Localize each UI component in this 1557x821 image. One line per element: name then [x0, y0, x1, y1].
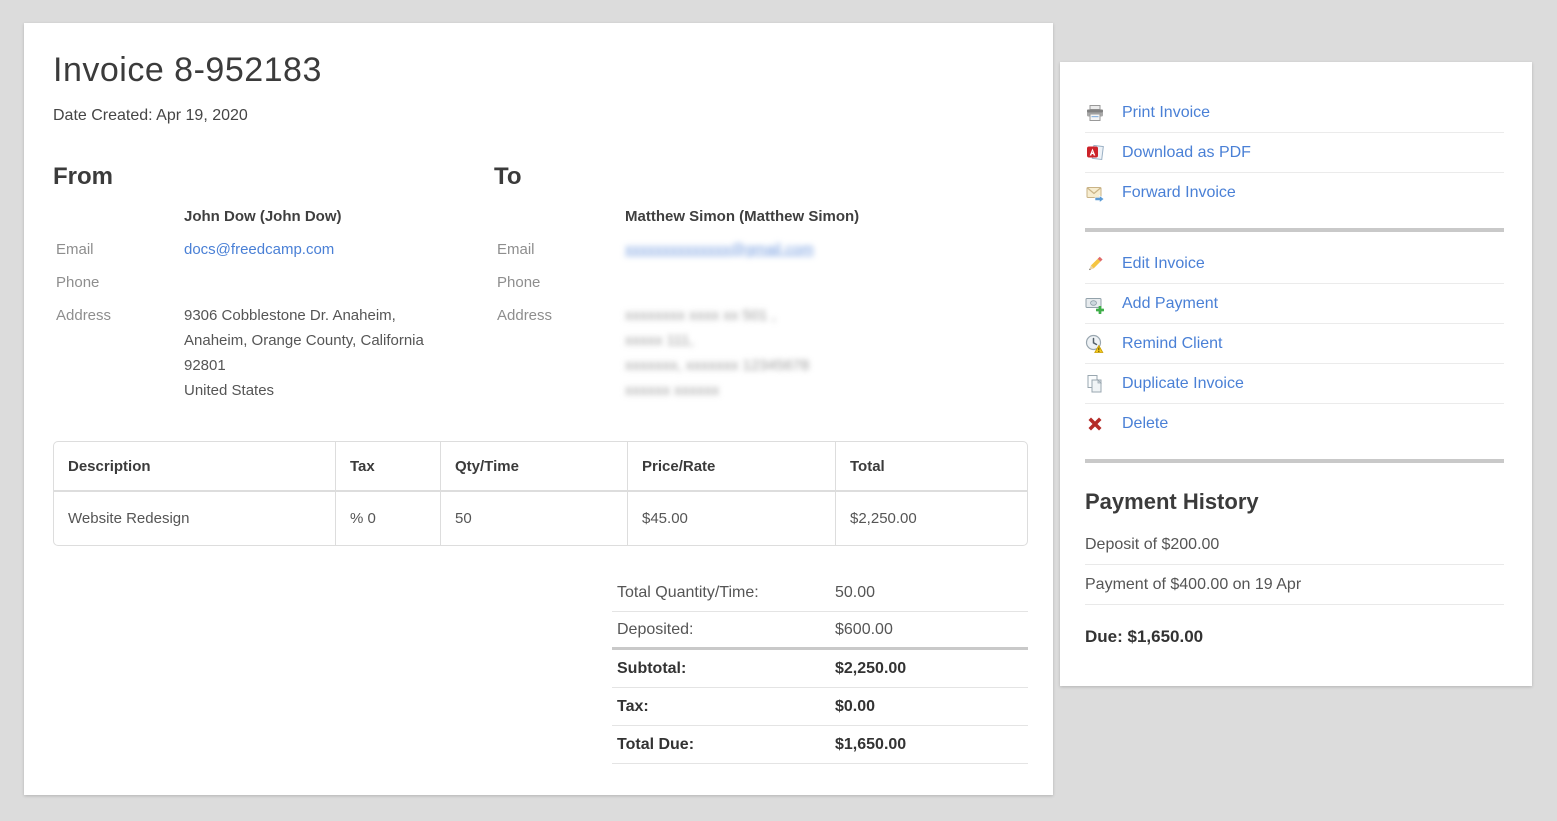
duplicate-pages-icon [1085, 374, 1105, 394]
subtotal-row: Subtotal: $2,250.00 [612, 650, 1028, 688]
group-divider [1085, 459, 1504, 463]
to-name: Matthew Simon (Matthew Simon) [625, 204, 859, 229]
invoice-items-table: Description Tax Qty/Time Price/Rate Tota… [53, 441, 1028, 546]
action-label: Delete [1122, 415, 1168, 433]
print-invoice-button[interactable]: Print Invoice [1085, 93, 1504, 133]
action-label: Edit Invoice [1122, 255, 1205, 273]
col-header-total: Total [835, 442, 1027, 492]
total-due-row: Total Due: $1,650.00 [612, 726, 1028, 764]
tax-row: Tax: $0.00 [612, 688, 1028, 726]
delete-button[interactable]: Delete [1085, 404, 1504, 444]
invoice-panel: Invoice 8-952183 Date Created: Apr 19, 2… [24, 23, 1053, 795]
from-name: John Dow (John Dow) [184, 204, 341, 229]
duplicate-invoice-button[interactable]: Duplicate Invoice [1085, 364, 1504, 404]
to-section: To Matthew Simon (Matthew Simon) Email x… [494, 163, 1028, 411]
payment-history-entry: Deposit of $200.00 [1085, 525, 1504, 565]
action-label: Remind Client [1122, 335, 1222, 353]
cell-qty-time: 50 [440, 492, 627, 545]
total-quantity-row: Total Quantity/Time: 50.00 [612, 574, 1028, 612]
date-created: Date Created: Apr 19, 2020 [53, 107, 1053, 125]
remind-client-button[interactable]: Remind Client [1085, 324, 1504, 364]
edit-invoice-button[interactable]: Edit Invoice [1085, 244, 1504, 284]
cell-description: Website Redesign [54, 492, 335, 545]
cell-total: $2,250.00 [835, 492, 1027, 545]
to-phone-row: Phone [494, 270, 1028, 295]
table-row: Website Redesign % 0 50 $45.00 $2,250.00 [54, 492, 1027, 545]
amount-due: Due: $1,650.00 [1085, 617, 1504, 657]
pdf-icon [1085, 143, 1105, 163]
from-heading: From [53, 163, 494, 191]
payment-history-list: Deposit of $200.00 Payment of $400.00 on… [1085, 525, 1504, 605]
page-background: { "invoice": { "title": "Invoice 8-95218… [0, 0, 1557, 821]
action-label: Forward Invoice [1122, 184, 1236, 202]
parties-section: From John Dow (John Dow) Email docs@free… [53, 163, 1028, 411]
download-pdf-button[interactable]: Download as PDF [1085, 133, 1504, 173]
to-address-row: Address xxxxxxxx xxxx xx 501 , xxxxx 111… [494, 303, 1028, 403]
from-phone-label: Phone [53, 270, 184, 295]
from-name-row: John Dow (John Dow) [53, 204, 494, 229]
actions-primary-group: Print Invoice Download as PDF Forward In… [1085, 93, 1504, 213]
remind-clock-icon [1085, 334, 1105, 354]
cell-price-rate: $45.00 [627, 492, 835, 545]
col-header-description: Description [54, 442, 335, 492]
action-label: Print Invoice [1122, 104, 1210, 122]
to-email-link-redacted[interactable]: xxxxxxxxxxxxxx@gmail.com [625, 237, 814, 262]
cell-tax: % 0 [335, 492, 440, 545]
to-heading: To [494, 163, 1028, 191]
to-email-label: Email [494, 237, 625, 262]
page-title: Invoice 8-952183 [53, 51, 1053, 90]
to-phone-label: Phone [494, 270, 625, 295]
table-header-row: Description Tax Qty/Time Price/Rate Tota… [54, 442, 1027, 492]
forward-invoice-button[interactable]: Forward Invoice [1085, 173, 1504, 213]
delete-x-icon [1085, 414, 1105, 434]
action-label: Download as PDF [1122, 144, 1251, 162]
from-address: 9306 Cobblestone Dr. Anaheim, Anaheim, O… [184, 303, 424, 403]
col-header-price-rate: Price/Rate [627, 442, 835, 492]
actions-panel: Print Invoice Download as PDF Forward In… [1060, 62, 1532, 686]
action-label: Add Payment [1122, 295, 1218, 313]
printer-icon [1085, 103, 1105, 123]
group-divider [1085, 228, 1504, 232]
to-name-row: Matthew Simon (Matthew Simon) [494, 204, 1028, 229]
from-email-label: Email [53, 237, 184, 262]
add-payment-button[interactable]: Add Payment [1085, 284, 1504, 324]
from-email-link[interactable]: docs@freedcamp.com [184, 237, 334, 262]
from-address-label: Address [53, 303, 184, 403]
to-address-redacted: xxxxxxxx xxxx xx 501 , xxxxx 111, xxxxxx… [625, 303, 809, 403]
actions-secondary-group: Edit Invoice Add Payment Remind Client [1085, 244, 1504, 444]
to-address-label: Address [494, 303, 625, 403]
col-header-tax: Tax [335, 442, 440, 492]
to-email-row: Email xxxxxxxxxxxxxx@gmail.com [494, 237, 1028, 262]
from-section: From John Dow (John Dow) Email docs@free… [53, 163, 494, 411]
totals-section: Total Quantity/Time: 50.00 Deposited: $6… [612, 574, 1028, 764]
action-label: Duplicate Invoice [1122, 375, 1244, 393]
deposited-row: Deposited: $600.00 [612, 612, 1028, 650]
payment-history-heading: Payment History [1085, 489, 1504, 515]
forward-envelope-icon [1085, 183, 1105, 203]
payment-history-entry: Payment of $400.00 on 19 Apr [1085, 565, 1504, 605]
col-header-qty-time: Qty/Time [440, 442, 627, 492]
from-address-row: Address 9306 Cobblestone Dr. Anaheim, An… [53, 303, 494, 403]
from-email-row: Email docs@freedcamp.com [53, 237, 494, 262]
pencil-icon [1085, 254, 1105, 274]
from-phone-row: Phone [53, 270, 494, 295]
add-payment-icon [1085, 294, 1105, 314]
